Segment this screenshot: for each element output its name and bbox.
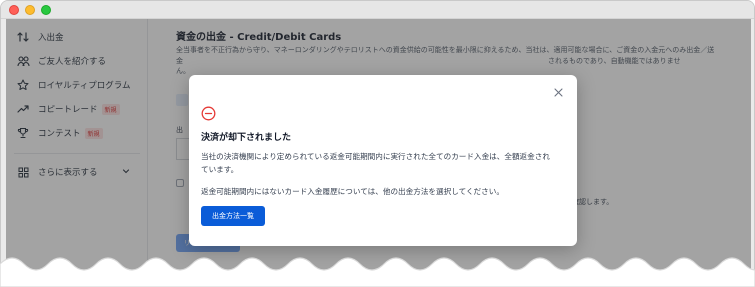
error-minus-icon	[201, 106, 216, 121]
dialog-message-secondary: 返金可能期間内にはないカード入金履歴については、他の出金方法を選択してください。	[201, 187, 504, 196]
zoom-window-button[interactable]	[41, 5, 51, 15]
withdrawal-methods-button[interactable]: 出金方法一覧	[201, 206, 265, 226]
close-window-button[interactable]	[9, 5, 19, 15]
close-icon[interactable]	[551, 85, 565, 99]
minimize-window-button[interactable]	[25, 5, 35, 15]
torn-edge-decoration	[0, 257, 755, 287]
payment-declined-dialog: 決済が却下されました 当社の決済機関により定められている返金可能期間内に実行され…	[189, 75, 577, 246]
title-bar	[1, 1, 754, 19]
dialog-message: 当社の決済機関により定められている返金可能期間内に実行された全てのカード入金は、…	[201, 152, 550, 174]
app-window: 入出金 ご友人を紹介する ロイヤルティプログラム コピートレード 新規 コンテス…	[0, 0, 755, 287]
dialog-title: 決済が却下されました	[201, 133, 292, 143]
